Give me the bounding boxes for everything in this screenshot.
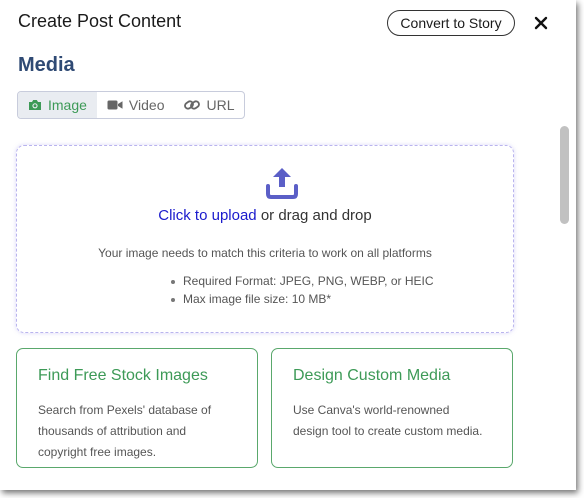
custom-media-card[interactable]: Design Custom Media Use Canva's world-re…: [271, 348, 513, 468]
custom-media-title: Design Custom Media: [293, 367, 451, 384]
tab-image-label: Image: [48, 97, 87, 113]
stock-images-title: Find Free Stock Images: [38, 367, 208, 384]
requirement-size: Max image file size: 10 MB*: [171, 290, 434, 308]
stock-images-card[interactable]: Find Free Stock Images Search from Pexel…: [16, 348, 258, 468]
close-icon[interactable]: [533, 15, 549, 31]
camera-icon: [29, 100, 41, 110]
requirement-format: Required Format: JPEG, PNG, WEBP, or HEI…: [171, 272, 434, 290]
upload-icon: [266, 168, 298, 199]
custom-media-description: Use Canva's world-renowned design tool t…: [293, 403, 483, 438]
upload-instruction: Click to upload or drag and drop: [17, 207, 513, 224]
click-to-upload-link[interactable]: Click to upload: [158, 207, 256, 224]
tab-video[interactable]: Video: [97, 92, 175, 118]
convert-to-story-button[interactable]: Convert to Story: [387, 10, 515, 36]
video-icon: [107, 100, 123, 110]
drag-drop-text: or drag and drop: [256, 207, 372, 224]
media-section-title: Media: [18, 54, 75, 76]
tab-video-label: Video: [128, 97, 165, 113]
scrollbar-thumb[interactable]: [560, 126, 569, 224]
requirements-list: Required Format: JPEG, PNG, WEBP, or HEI…: [171, 272, 434, 308]
media-type-tabs: Image Video URL: [17, 91, 245, 119]
link-icon: [184, 100, 201, 110]
create-post-dialog: Create Post Content Convert to Story Med…: [0, 0, 576, 490]
dialog-header: Create Post Content Convert to Story: [0, 0, 576, 48]
upload-dropzone[interactable]: Click to upload or drag and drop Your im…: [16, 145, 514, 333]
tab-url-label: URL: [206, 97, 235, 113]
dialog-title: Create Post Content: [18, 11, 182, 31]
stock-images-description: Search from Pexels' database of thousand…: [38, 403, 212, 459]
criteria-text: Your image needs to match this criteria …: [98, 246, 432, 260]
tab-image[interactable]: Image: [18, 92, 97, 118]
tab-url[interactable]: URL: [174, 92, 244, 118]
